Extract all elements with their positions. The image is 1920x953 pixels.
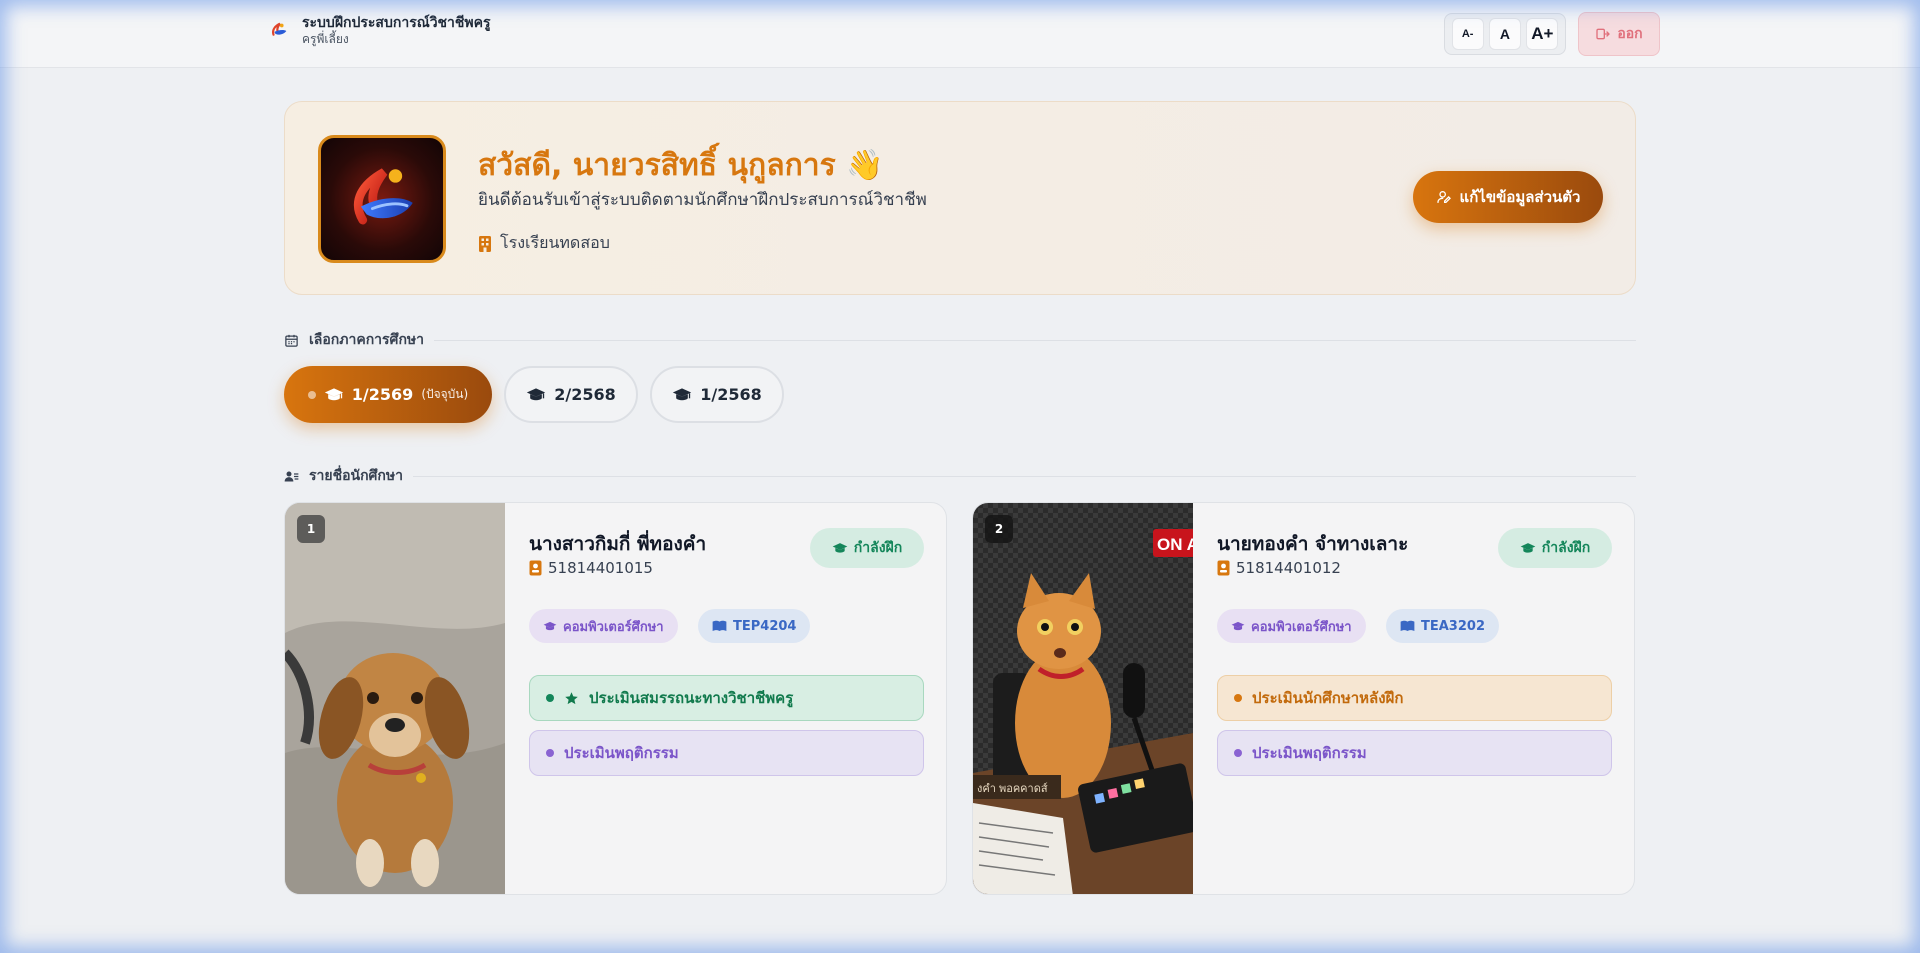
welcome-card: สวัสดี, นายวรสิทธิ์ นุกูลการ 👋 ยินดีต้อน…	[284, 101, 1636, 295]
semester-section-header: เลือกภาคการศึกษา	[284, 329, 1636, 351]
status-dot	[546, 694, 554, 702]
student-number-badge: 1	[297, 515, 325, 543]
logo-icon	[272, 22, 287, 36]
semester-pill-2-2568[interactable]: 2/2568	[504, 366, 638, 423]
logo-icon	[354, 168, 413, 225]
id-card-icon	[529, 560, 542, 576]
greeting-title: สวัสดี, นายวรสิทธิ์ นุกูลการ 👋	[478, 148, 884, 183]
font-normal-button[interactable]: A	[1488, 18, 1521, 50]
id-card-icon	[1217, 560, 1230, 576]
status-badge: กำลังฝึก	[810, 528, 924, 568]
current-dot	[307, 390, 316, 399]
app-title: ระบบฝึกประสบการณ์วิชาชีพครู	[302, 15, 491, 31]
course-code: TEA3202	[1421, 618, 1485, 634]
student-id-value: 51814401015	[548, 559, 653, 577]
student-photo-cat: ON A งคำ พอคคาดส์	[973, 503, 1193, 894]
font-increase-button[interactable]: A+	[1526, 18, 1559, 50]
course-chip: TEP4204	[698, 609, 811, 643]
semester-pill-1-2568[interactable]: 1/2568	[650, 366, 784, 423]
font-decrease-button[interactable]: A-	[1451, 18, 1484, 50]
building-icon	[479, 235, 491, 252]
graduation-cap-icon	[527, 387, 546, 400]
graduation-cap-icon	[832, 542, 848, 553]
top-bar: ระบบฝึกประสบการณ์วิชาชีพครู ครูพี่เลี้ยง…	[0, 0, 1920, 68]
student-id: 51814401012	[1217, 559, 1341, 577]
status-label: กำลังฝึก	[1541, 540, 1591, 556]
status-label: กำลังฝึก	[853, 540, 903, 556]
evaluate-professional-competency-button[interactable]: ประเมินสมรรถนะทางวิชาชีพครู	[529, 675, 924, 721]
evaluate-behavior-button[interactable]: ประเมินพฤติกรรม	[1217, 730, 1612, 776]
eval-label: ประเมินพฤติกรรม	[564, 744, 679, 762]
major-chip: คอมพิวเตอร์ศึกษา	[1217, 609, 1366, 643]
semester-label: 1/2569	[351, 385, 414, 404]
course-chip: TEA3202	[1386, 609, 1499, 643]
calendar-icon	[285, 334, 298, 347]
users-list-icon	[284, 471, 299, 481]
student-id-value: 51814401012	[1236, 559, 1341, 577]
status-dot	[546, 749, 554, 757]
students-section-header: รายชื่อนักศึกษา	[284, 465, 1636, 487]
app-subtitle: ครูพี่เลี้ยง	[302, 32, 349, 46]
status-dot	[1234, 749, 1242, 757]
eval-label: ประเมินพฤติกรรม	[1252, 744, 1367, 762]
name-plate-text: งคำ พอคคาดส์	[977, 782, 1048, 795]
book-icon	[1400, 620, 1415, 631]
brand[interactable]: ระบบฝึกประสบการณ์วิชาชีพครู ครูพี่เลี้ยง	[268, 14, 491, 47]
student-card[interactable]: 1 นางสาวกิมกี่ พี่ทองคำ 51814401015 กำลั…	[284, 502, 947, 895]
eval-label: ประเมินสมรรถนะทางวิชาชีพครู	[589, 689, 794, 707]
school-info: โรงเรียนทดสอบ	[478, 231, 610, 256]
status-dot	[1234, 694, 1242, 702]
major-label: คอมพิวเตอร์ศึกษา	[1251, 619, 1352, 635]
student-photo-dog	[285, 503, 505, 894]
star-icon	[565, 691, 578, 704]
course-code: TEP4204	[733, 618, 797, 634]
font-size-control: A- A A+	[1444, 13, 1566, 55]
major-label: คอมพิวเตอร์ศึกษา	[563, 619, 664, 635]
book-icon	[712, 620, 727, 631]
semester-label: 2/2568	[554, 385, 616, 404]
school-name: โรงเรียนทดสอบ	[500, 233, 610, 252]
status-badge: กำลังฝึก	[1498, 528, 1612, 568]
logout-icon	[1596, 28, 1611, 40]
user-edit-icon	[1436, 191, 1451, 203]
graduation-cap-icon	[324, 387, 343, 400]
divider	[413, 475, 1636, 477]
edit-profile-button[interactable]: แก้ไขข้อมูลส่วนตัว	[1413, 171, 1603, 223]
semester-section-title: เลือกภาคการศึกษา	[309, 332, 425, 348]
logout-button[interactable]: ออก	[1578, 12, 1660, 56]
eval-label: ประเมินนักศึกษาหลังฝึก	[1252, 689, 1404, 707]
graduation-cap-icon	[673, 387, 692, 400]
evaluate-behavior-button[interactable]: ประเมินพฤติกรรม	[529, 730, 924, 776]
graduation-cap-icon	[1231, 621, 1245, 630]
students-section-title: รายชื่อนักศึกษา	[309, 468, 403, 484]
student-id: 51814401015	[529, 559, 653, 577]
evaluate-post-training-button[interactable]: ประเมินนักศึกษาหลังฝึก	[1217, 675, 1612, 721]
graduation-cap-icon	[543, 621, 557, 630]
student-number-badge: 2	[985, 515, 1013, 543]
student-name: นายทองคำ จำทางเลาะ	[1217, 533, 1409, 555]
logout-label: ออก	[1617, 26, 1643, 42]
current-tag: (ปัจจุบัน)	[421, 387, 469, 401]
divider	[434, 339, 1636, 341]
semester-pill-1-2569[interactable]: 1/2569 (ปัจจุบัน)	[284, 366, 492, 423]
semester-label: 1/2568	[700, 385, 762, 404]
welcome-subtitle: ยินดีต้อนรับเข้าสู่ระบบติดตามนักศึกษาฝึก…	[478, 190, 927, 210]
student-name: นางสาวกิมกี่ พี่ทองคำ	[529, 533, 707, 555]
graduation-cap-icon	[1520, 542, 1536, 553]
profile-avatar	[318, 135, 446, 263]
major-chip: คอมพิวเตอร์ศึกษา	[529, 609, 678, 643]
on-air-sign-text: ON A	[1157, 535, 1193, 554]
edit-profile-label: แก้ไขข้อมูลส่วนตัว	[1459, 188, 1581, 206]
student-card[interactable]: ON A งคำ พอคคาดส์ 2 นายทองคำ จำทางเลาะ 5…	[972, 502, 1635, 895]
